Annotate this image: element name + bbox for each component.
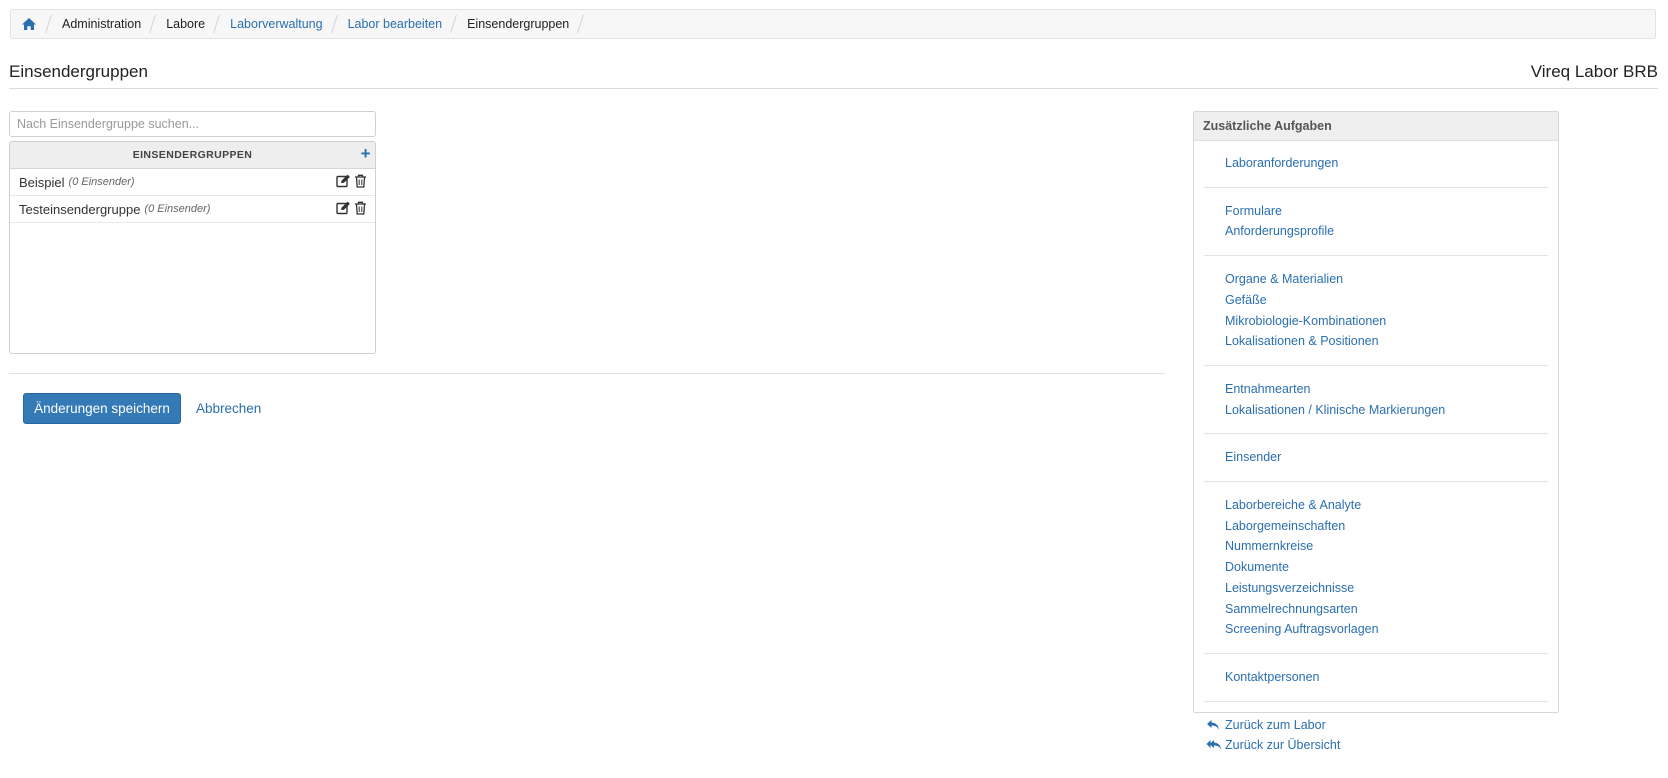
task-link-anforderungsprofile[interactable]: Anforderungsprofile [1204,221,1548,242]
task-link-organe-materialien[interactable]: Organe & Materialien [1204,269,1548,290]
task-link-mikrobiologie-kombinationen[interactable]: Mikrobiologie-Kombinationen [1204,311,1548,332]
breadcrumb-current: Einsendergruppen [467,15,594,33]
back-links-group: Zurück zum Labor Zurück zur Übersicht [1204,702,1548,756]
groups-panel: EINSENDERGRUPPEN + Beispiel (0 Einsender… [9,141,376,354]
task-link-screening-auftragsvorlagen[interactable]: Screening Auftragsvorlagen [1204,619,1548,640]
task-link-einsender[interactable]: Einsender [1204,447,1548,468]
breadcrumb-separator [213,15,221,33]
task-link-nummernkreise[interactable]: Nummernkreise [1204,536,1548,557]
group-count: (0 Einsender) [68,176,135,188]
task-group: Einsender [1204,434,1548,483]
lab-name: Vireq Labor BRB [1530,62,1658,81]
breadcrumb-separator [149,15,157,33]
task-link-lokalisationen-positionen[interactable]: Lokalisationen & Positionen [1204,331,1548,352]
task-link-leistungsverzeichnisse[interactable]: Leistungsverzeichnisse [1204,578,1548,599]
add-group-button[interactable]: + [361,145,371,163]
home-icon[interactable] [21,17,37,31]
task-group: Formulare Anforderungsprofile [1204,188,1548,257]
header-divider [9,88,1658,89]
task-link-laboranforderungen[interactable]: Laboranforderungen [1204,153,1548,174]
additional-tasks-list: Laboranforderungen Formulare Anforderung… [1194,141,1558,756]
breadcrumb-administration: Administration [62,15,166,33]
breadcrumb-labor-bearbeiten[interactable]: Labor bearbeiten [348,15,468,33]
task-link-laborbereiche-analyte[interactable]: Laborbereiche & Analyte [1204,495,1548,516]
task-link-kontaktpersonen[interactable]: Kontaktpersonen [1204,667,1548,688]
group-name: Beispiel [19,174,65,190]
groups-panel-header: EINSENDERGRUPPEN + [10,142,375,169]
back-to-overview-link[interactable]: Zurück zur Übersicht [1204,735,1548,756]
additional-tasks-panel: Zusätzliche Aufgaben Laboranforderungen … [1193,111,1559,752]
breadcrumb-label: Administration [62,17,142,31]
groups-panel-title: EINSENDERGRUPPEN [132,149,253,161]
task-link-gefaesse[interactable]: Gefäße [1204,290,1548,311]
breadcrumb-laborverwaltung[interactable]: Laborverwaltung [230,15,347,33]
breadcrumb-label: Labore [166,17,206,31]
task-group: Organe & Materialien Gefäße Mikrobiologi… [1204,256,1548,366]
breadcrumb-separator [577,15,585,33]
breadcrumb-label: Einsendergruppen [467,17,570,31]
list-item[interactable]: Beispiel (0 Einsender) [10,169,375,196]
task-group: Laborbereiche & Analyte Laborgemeinschaf… [1204,482,1548,654]
task-group: Laboranforderungen [1204,148,1548,188]
trash-icon[interactable] [354,201,367,215]
edit-icon[interactable] [336,174,351,188]
task-group: Entnahmearten Lokalisationen / Klinische… [1204,366,1548,435]
cancel-link[interactable]: Abbrechen [196,401,261,416]
breadcrumb-link[interactable]: Laborverwaltung [230,17,322,31]
task-link-formulare[interactable]: Formulare [1204,201,1548,222]
breadcrumb-separator [45,15,53,33]
breadcrumb-home[interactable] [21,15,62,33]
task-link-entnahmearten[interactable]: Entnahmearten [1204,379,1548,400]
trash-icon[interactable] [354,174,367,188]
group-name: Testeinsendergruppe [19,201,141,217]
search-input[interactable] [9,111,376,137]
edit-icon[interactable] [336,201,351,215]
task-link-lokalisationen-klinische-markierungen[interactable]: Lokalisationen / Klinische Markierungen [1204,400,1548,421]
breadcrumb: Administration Labore Laborverwaltung La… [10,9,1656,39]
group-count: (0 Einsender) [144,203,211,215]
reply-all-icon [1206,740,1222,751]
task-group: Kontaktpersonen [1204,654,1548,702]
task-link-dokumente[interactable]: Dokumente [1204,557,1548,578]
reply-icon [1207,719,1219,730]
breadcrumb-link[interactable]: Labor bearbeiten [348,17,443,31]
page-title: Einsendergruppen [9,62,148,81]
back-to-lab-link[interactable]: Zurück zum Labor [1204,715,1548,736]
task-link-sammelrechnungsarten[interactable]: Sammelrechnungsarten [1204,599,1548,620]
row-actions [336,174,367,188]
back-to-overview-label: Zurück zur Übersicht [1225,738,1341,753]
row-actions [336,201,367,215]
additional-tasks-title: Zusätzliche Aufgaben [1194,112,1558,141]
form-divider [9,373,1165,374]
task-link-laborgemeinschaften[interactable]: Laborgemeinschaften [1204,516,1548,537]
back-to-lab-label: Zurück zum Labor [1225,717,1326,732]
breadcrumb-separator [450,15,458,33]
save-button[interactable]: Änderungen speichern [23,393,181,424]
list-item[interactable]: Testeinsendergruppe (0 Einsender) [10,196,375,223]
breadcrumb-labore: Labore [166,15,230,33]
breadcrumb-separator [331,15,339,33]
